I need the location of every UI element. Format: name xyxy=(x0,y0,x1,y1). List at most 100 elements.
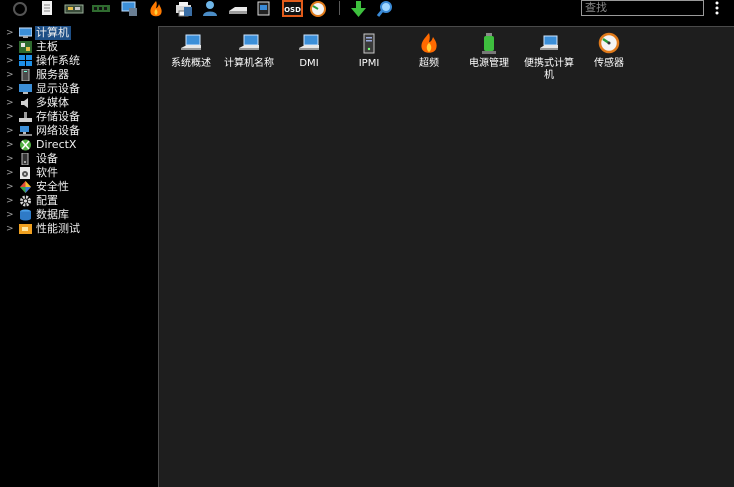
tree-item-label: DirectX xyxy=(36,138,77,151)
tile-label: DMI xyxy=(299,58,319,69)
gauge-icon xyxy=(597,32,621,56)
tree-item-label: 数据库 xyxy=(36,208,69,221)
windows-icon xyxy=(19,55,32,67)
user-icon[interactable] xyxy=(200,0,222,18)
chevron-right-icon[interactable]: > xyxy=(6,152,14,166)
tile-sensors[interactable]: 传感器 xyxy=(580,31,638,87)
tree-item-motherboard[interactable]: > 主板 xyxy=(0,40,154,54)
tree-item-server[interactable]: > 服务器 xyxy=(0,68,154,82)
display-icon xyxy=(19,83,32,95)
osd-label: OSD xyxy=(284,6,301,14)
config-icon xyxy=(19,195,32,207)
tree-item-label: 配置 xyxy=(36,194,58,207)
tree-item-security[interactable]: > 安全性 xyxy=(0,180,154,194)
tree-item-network[interactable]: > 网络设备 xyxy=(0,124,154,138)
tree-item-label: 操作系统 xyxy=(36,54,80,67)
tile-label: IPMI xyxy=(358,58,380,69)
chevron-right-icon[interactable]: > xyxy=(6,222,14,236)
security-icon xyxy=(19,181,32,193)
tree-item-benchmark[interactable]: > 性能测试 xyxy=(0,222,154,236)
tile-power-management[interactable]: 电源管理 xyxy=(460,31,518,87)
tree-item-display[interactable]: > 显示设备 xyxy=(0,82,154,96)
download-icon[interactable] xyxy=(348,0,370,18)
storage-icon xyxy=(19,111,32,123)
tile-ipmi[interactable]: IPMI xyxy=(340,31,398,87)
chevron-right-icon[interactable]: > xyxy=(6,138,14,152)
flame-icon[interactable] xyxy=(146,0,168,18)
tree-item-label: 多媒体 xyxy=(36,96,69,109)
xbox-icon xyxy=(19,139,32,151)
tree-item-label: 安全性 xyxy=(36,180,69,193)
chevron-right-icon[interactable]: > xyxy=(6,68,14,82)
tile-computer-name[interactable]: 计算机名称 xyxy=(220,31,278,87)
more-menu-icon[interactable] xyxy=(712,0,722,16)
software-icon xyxy=(19,167,32,179)
osd-icon[interactable]: OSD xyxy=(281,0,305,18)
refresh-icon[interactable] xyxy=(10,0,32,18)
chevron-right-icon[interactable]: > xyxy=(6,82,14,96)
toolbar-separator xyxy=(339,1,340,15)
tree-item-directx[interactable]: > DirectX xyxy=(0,138,154,152)
tree-item-label: 存储设备 xyxy=(36,110,80,123)
tree-item-software[interactable]: > 软件 xyxy=(0,166,154,180)
chevron-right-icon[interactable]: > xyxy=(6,110,14,124)
tree-item-label: 设备 xyxy=(36,152,58,165)
memory-icon[interactable] xyxy=(90,0,112,18)
tile-system-summary[interactable]: 系统概述 xyxy=(162,31,220,87)
tree-item-label: 服务器 xyxy=(36,68,69,81)
search-placeholder: 查找 xyxy=(585,1,607,14)
laptop-icon xyxy=(297,32,321,56)
tile-dmi[interactable]: DMI xyxy=(280,31,338,87)
toolbar: OSD 查找 xyxy=(0,0,734,20)
tree-item-multimedia[interactable]: > 多媒体 xyxy=(0,96,154,110)
tree-item-label: 网络设备 xyxy=(36,124,80,137)
chevron-right-icon[interactable]: > xyxy=(6,208,14,222)
chevron-right-icon[interactable]: > xyxy=(6,40,14,54)
search-zoom-icon[interactable] xyxy=(375,0,397,18)
tree-item-database[interactable]: > 数据库 xyxy=(0,208,154,222)
tile-label: 传感器 xyxy=(594,58,624,69)
laptop-icon xyxy=(179,32,203,56)
chevron-right-icon[interactable]: > xyxy=(6,194,14,208)
tree-item-storage[interactable]: > 存储设备 xyxy=(0,110,154,124)
laptop-icon xyxy=(237,32,261,56)
database-icon xyxy=(19,209,32,221)
tile-label: 电源管理 xyxy=(469,58,509,69)
content-pane: 系统概述 计算机名称 DMI IPMI 超频 电源管理 便携式计算机 传感器 xyxy=(158,26,734,487)
tree-item-devices[interactable]: > 设备 xyxy=(0,152,154,166)
monitor-icon[interactable] xyxy=(254,0,276,18)
computer-icon xyxy=(18,27,33,39)
computer-icon[interactable] xyxy=(120,0,142,18)
battery-icon xyxy=(477,32,501,56)
tree-item-os[interactable]: > 操作系统 xyxy=(0,54,154,68)
motherboard-icon[interactable] xyxy=(63,0,85,18)
chevron-right-icon[interactable]: > xyxy=(6,26,14,40)
tree-item-label: 主板 xyxy=(36,40,58,53)
motherboard-icon xyxy=(19,41,32,53)
tree-item-config[interactable]: > 配置 xyxy=(0,194,154,208)
tile-label: 便携式计算机 xyxy=(524,58,574,81)
tile-label: 计算机名称 xyxy=(224,58,274,69)
chevron-right-icon[interactable]: > xyxy=(6,96,14,110)
tile-portable-computer[interactable]: 便携式计算机 xyxy=(520,31,578,87)
chevron-right-icon[interactable]: > xyxy=(6,166,14,180)
app-window: OSD 查找 > 计算机 > 主板 > 操作系统 > 服务器 > 显示设备 > … xyxy=(0,0,734,487)
tree-item-computer[interactable]: > 计算机 xyxy=(0,26,154,40)
chevron-right-icon[interactable]: > xyxy=(6,180,14,194)
printer-icon[interactable] xyxy=(173,0,195,18)
gauge-icon[interactable] xyxy=(308,0,330,18)
tree-item-label: 计算机 xyxy=(35,26,71,40)
report-icon[interactable] xyxy=(37,0,59,18)
tile-overclock[interactable]: 超频 xyxy=(400,31,458,87)
search-input[interactable]: 查找 xyxy=(581,0,704,16)
flame-icon xyxy=(417,32,441,56)
notebook-icon xyxy=(537,32,561,56)
chevron-right-icon[interactable]: > xyxy=(6,54,14,68)
benchmark-icon xyxy=(19,223,32,235)
navigation-tree: > 计算机 > 主板 > 操作系统 > 服务器 > 显示设备 > 多媒体 > 存… xyxy=(0,26,156,487)
speaker-icon xyxy=(19,97,32,109)
server-icon xyxy=(19,68,32,82)
chevron-right-icon[interactable]: > xyxy=(6,124,14,138)
drive-icon[interactable] xyxy=(227,0,249,18)
tree-item-label: 性能测试 xyxy=(36,222,80,235)
